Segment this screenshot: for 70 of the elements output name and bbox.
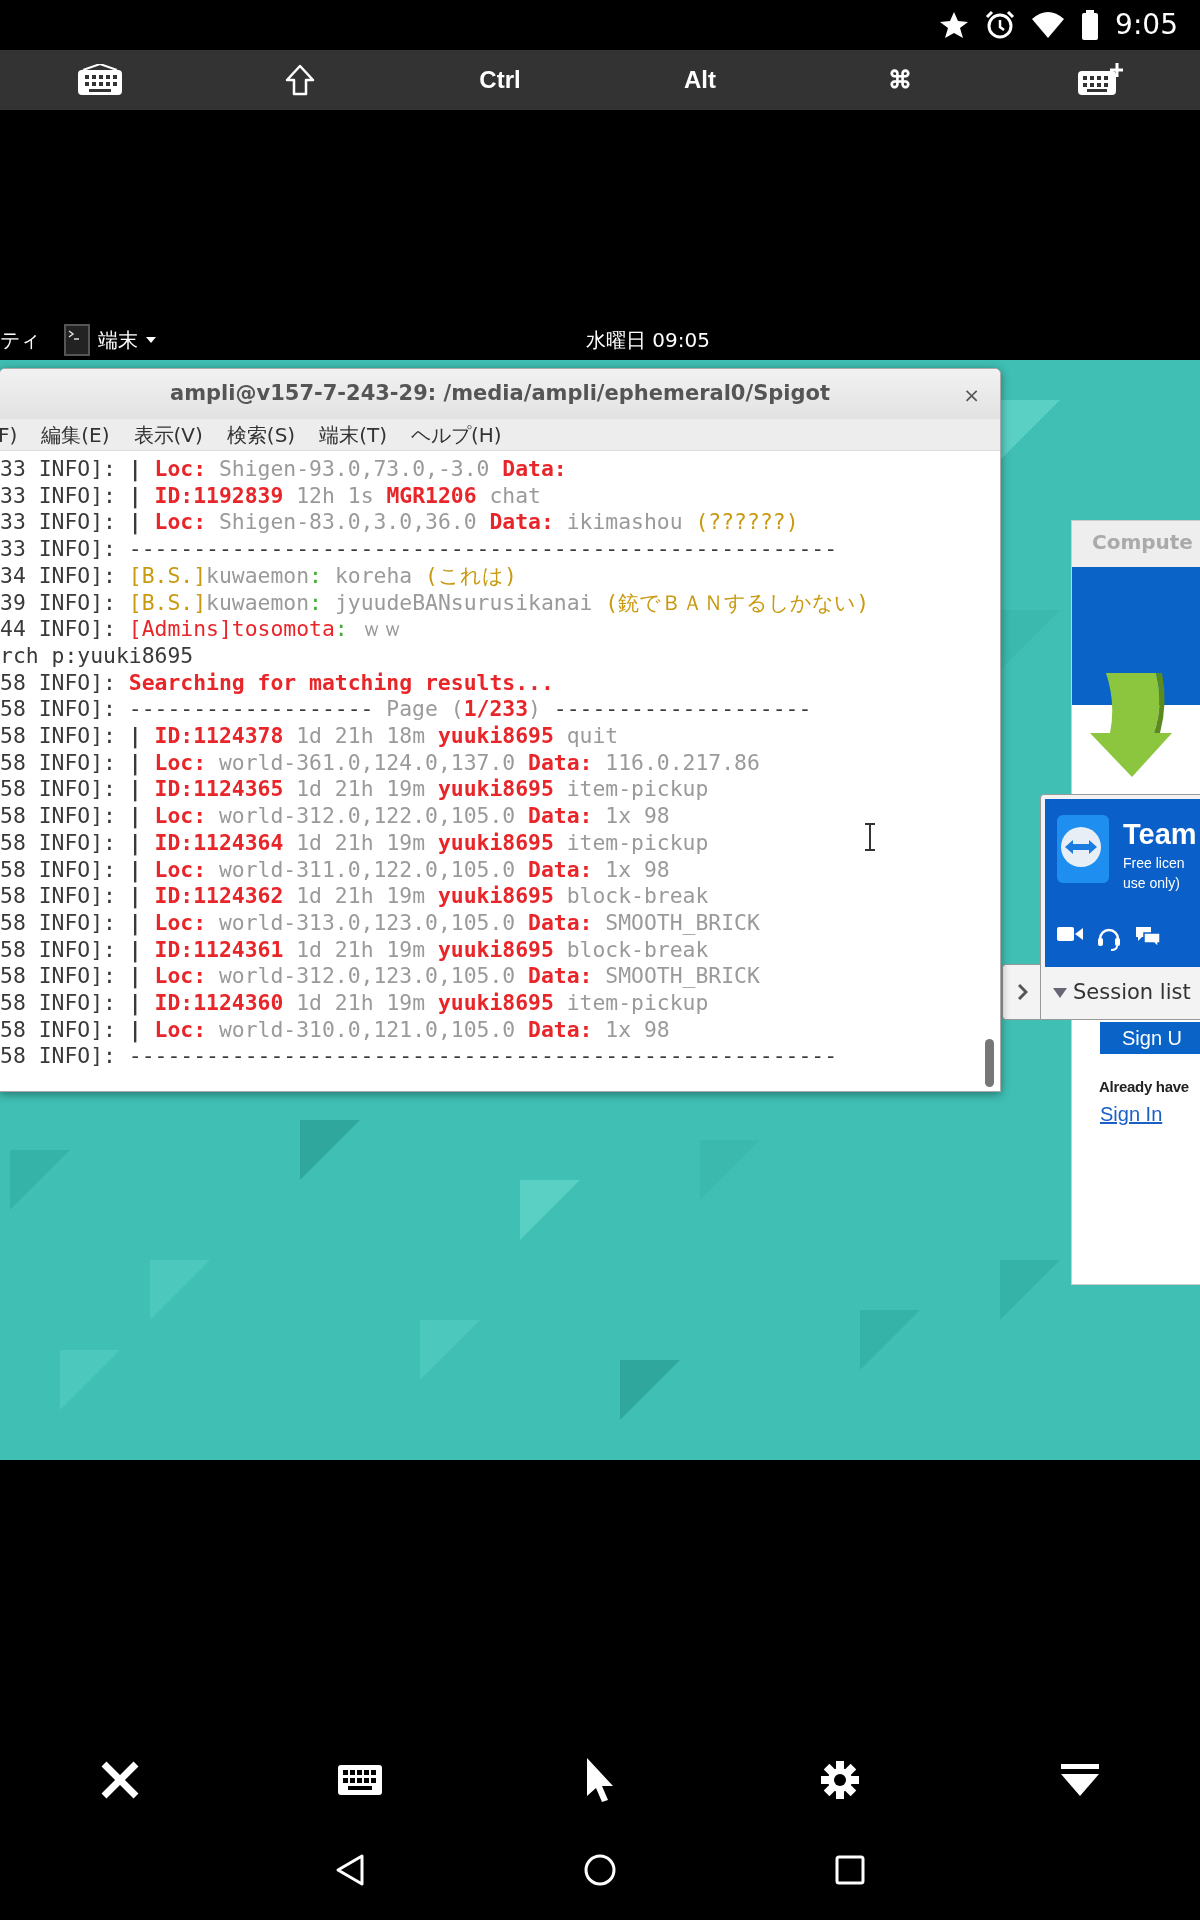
scrollbar-thumb[interactable] xyxy=(985,1039,994,1087)
terminal-line: 58 INFO]: | ID:1124362 1d 21h 19m yuuki8695 block-break xyxy=(0,883,709,910)
account-prompt: Already have xyxy=(1099,1077,1189,1097)
caret-icon xyxy=(146,337,156,343)
wifi-icon xyxy=(1031,11,1066,39)
sign-in-link[interactable]: Sign In xyxy=(1100,1099,1163,1129)
menu-item[interactable]: 検索(S) xyxy=(226,419,296,450)
terminal-line: 58 INFO]: | ID:1124378 1d 21h 18m yuuki8695 quit xyxy=(0,723,619,750)
home-icon[interactable] xyxy=(583,1853,617,1887)
alarm-icon xyxy=(985,10,1016,40)
settings-icon[interactable] xyxy=(820,1760,860,1800)
text-cursor-icon xyxy=(864,823,876,851)
terminal-line: 58 INFO]: | Loc: world-310.0,121.0,105.0 Data: 1x 98 xyxy=(0,1016,670,1044)
keyboard-icon[interactable] xyxy=(77,64,123,96)
session-list-toggle[interactable]: Session list xyxy=(1045,967,1197,1019)
video-icon[interactable] xyxy=(1057,925,1083,943)
terminal-line: 58 INFO]: ------------------------------------------------------- xyxy=(0,1043,838,1071)
key-button[interactable]: ⌘ xyxy=(800,50,1000,110)
shift-icon[interactable] xyxy=(285,64,315,96)
sign-up-button[interactable]: Sign U xyxy=(1100,1022,1200,1054)
app-menu[interactable]: 端末 xyxy=(64,324,156,356)
app-title: Team xyxy=(1123,817,1197,852)
recents-icon[interactable] xyxy=(835,1855,865,1885)
clock-time: 9:05 xyxy=(1115,7,1178,43)
key-button[interactable]: Ctrl xyxy=(400,50,600,110)
triangle-down-icon xyxy=(1053,988,1067,998)
terminal-line: 33 INFO]: | Loc: Shigen-83.0,3.0,36.0 Data: ikimashou (??????) xyxy=(0,509,799,537)
license-text: Free licen xyxy=(1123,854,1185,873)
menu-item[interactable]: 端末(T) xyxy=(319,419,387,450)
menu-item[interactable]: F) xyxy=(0,419,18,450)
menu-item[interactable]: 表示(V) xyxy=(133,419,203,450)
terminal-line: 58 INFO]: | ID:1124361 1d 21h 19m yuuki8695 block-break xyxy=(0,936,709,964)
chevron-right-icon xyxy=(1017,984,1028,1000)
terminal-line: 39 INFO]: [B.S.]kuwaemon: jyuudeBANsurusikanai (銃でＢＡＮするしかない) xyxy=(0,589,870,617)
terminal-line: 58 INFO]: ------------------- Page (1/233) -------------------- xyxy=(0,696,812,724)
terminal-line: 58 INFO]: | ID:1124364 1d 21h 19m yuuki8695 item-pickup xyxy=(0,829,709,857)
keyboard-add-icon[interactable] xyxy=(1077,63,1123,97)
terminal-line: 58 INFO]: | Loc: world-313.0,123.0,105.0 Data: SMOOTH_BRICK xyxy=(0,909,760,937)
menu-item[interactable]: ヘルプ(H) xyxy=(411,419,502,450)
license-text: use only) xyxy=(1123,874,1181,893)
terminal-line: 58 INFO]: | Loc: world-312.0,123.0,105.0 Data: SMOOTH_BRICK xyxy=(0,963,760,991)
terminal-line: 58 INFO]: | Loc: world-312.0,122.0,105.0 Data: 1x 98 xyxy=(0,803,670,830)
terminal-line: 33 INFO]: ------------------------------------------------------- xyxy=(0,536,838,563)
key-button[interactable]: Alt xyxy=(600,50,800,110)
terminal-icon xyxy=(64,324,90,356)
pointer-icon[interactable] xyxy=(585,1758,615,1802)
close-icon[interactable] xyxy=(100,1760,140,1800)
close-button[interactable]: × xyxy=(957,379,986,411)
terminal-line: 58 INFO]: Searching for matching results... xyxy=(0,669,554,697)
dropdown-icon[interactable] xyxy=(1061,1764,1099,1796)
page-header: Compute xyxy=(1072,521,1200,567)
star-icon xyxy=(939,10,970,40)
terminal-line: 34 INFO]: [B.S.]kuwaemon: koreha (これは) xyxy=(0,562,517,590)
activities-label[interactable]: ティ xyxy=(0,325,40,355)
app-logo-icon xyxy=(1055,813,1111,885)
back-icon[interactable] xyxy=(335,1853,365,1887)
terminal-line: 58 INFO]: | ID:1124360 1d 21h 19m yuuki8695 item-pickup xyxy=(0,990,709,1017)
terminal-line: 33 INFO]: | Loc: Shigen-93.0,73.0,-3.0 Data: xyxy=(0,456,567,483)
window-title: ampli@v157-7-243-29: /media/ampli/ephemeral0/Spigot xyxy=(170,380,830,408)
terminal-line: 33 INFO]: | ID:1192839 12h 1s MGR1206 chat xyxy=(0,482,541,510)
terminal-line: 58 INFO]: | Loc: world-361.0,124.0,137.0 Data: 116.0.217.86 xyxy=(0,749,760,777)
menu-item[interactable]: 編集(E) xyxy=(41,419,110,450)
terminal-line: 44 INFO]: [Admins]tosomota: ｗｗ xyxy=(0,616,403,643)
keyboard-icon[interactable] xyxy=(338,1765,382,1795)
terminal-line: 58 INFO]: | Loc: world-311.0,122.0,105.0 Data: 1x 98 xyxy=(0,856,670,884)
expand-tab[interactable] xyxy=(1002,964,1042,1020)
battery-icon xyxy=(1081,10,1100,40)
terminal-line: 58 INFO]: | ID:1124365 1d 21h 19m yuuki8695 item-pickup xyxy=(0,776,709,804)
top-bar-clock: 水曜日 09:05 xyxy=(586,327,710,354)
terminal-line: rch p:yuuki8695 xyxy=(0,642,194,670)
